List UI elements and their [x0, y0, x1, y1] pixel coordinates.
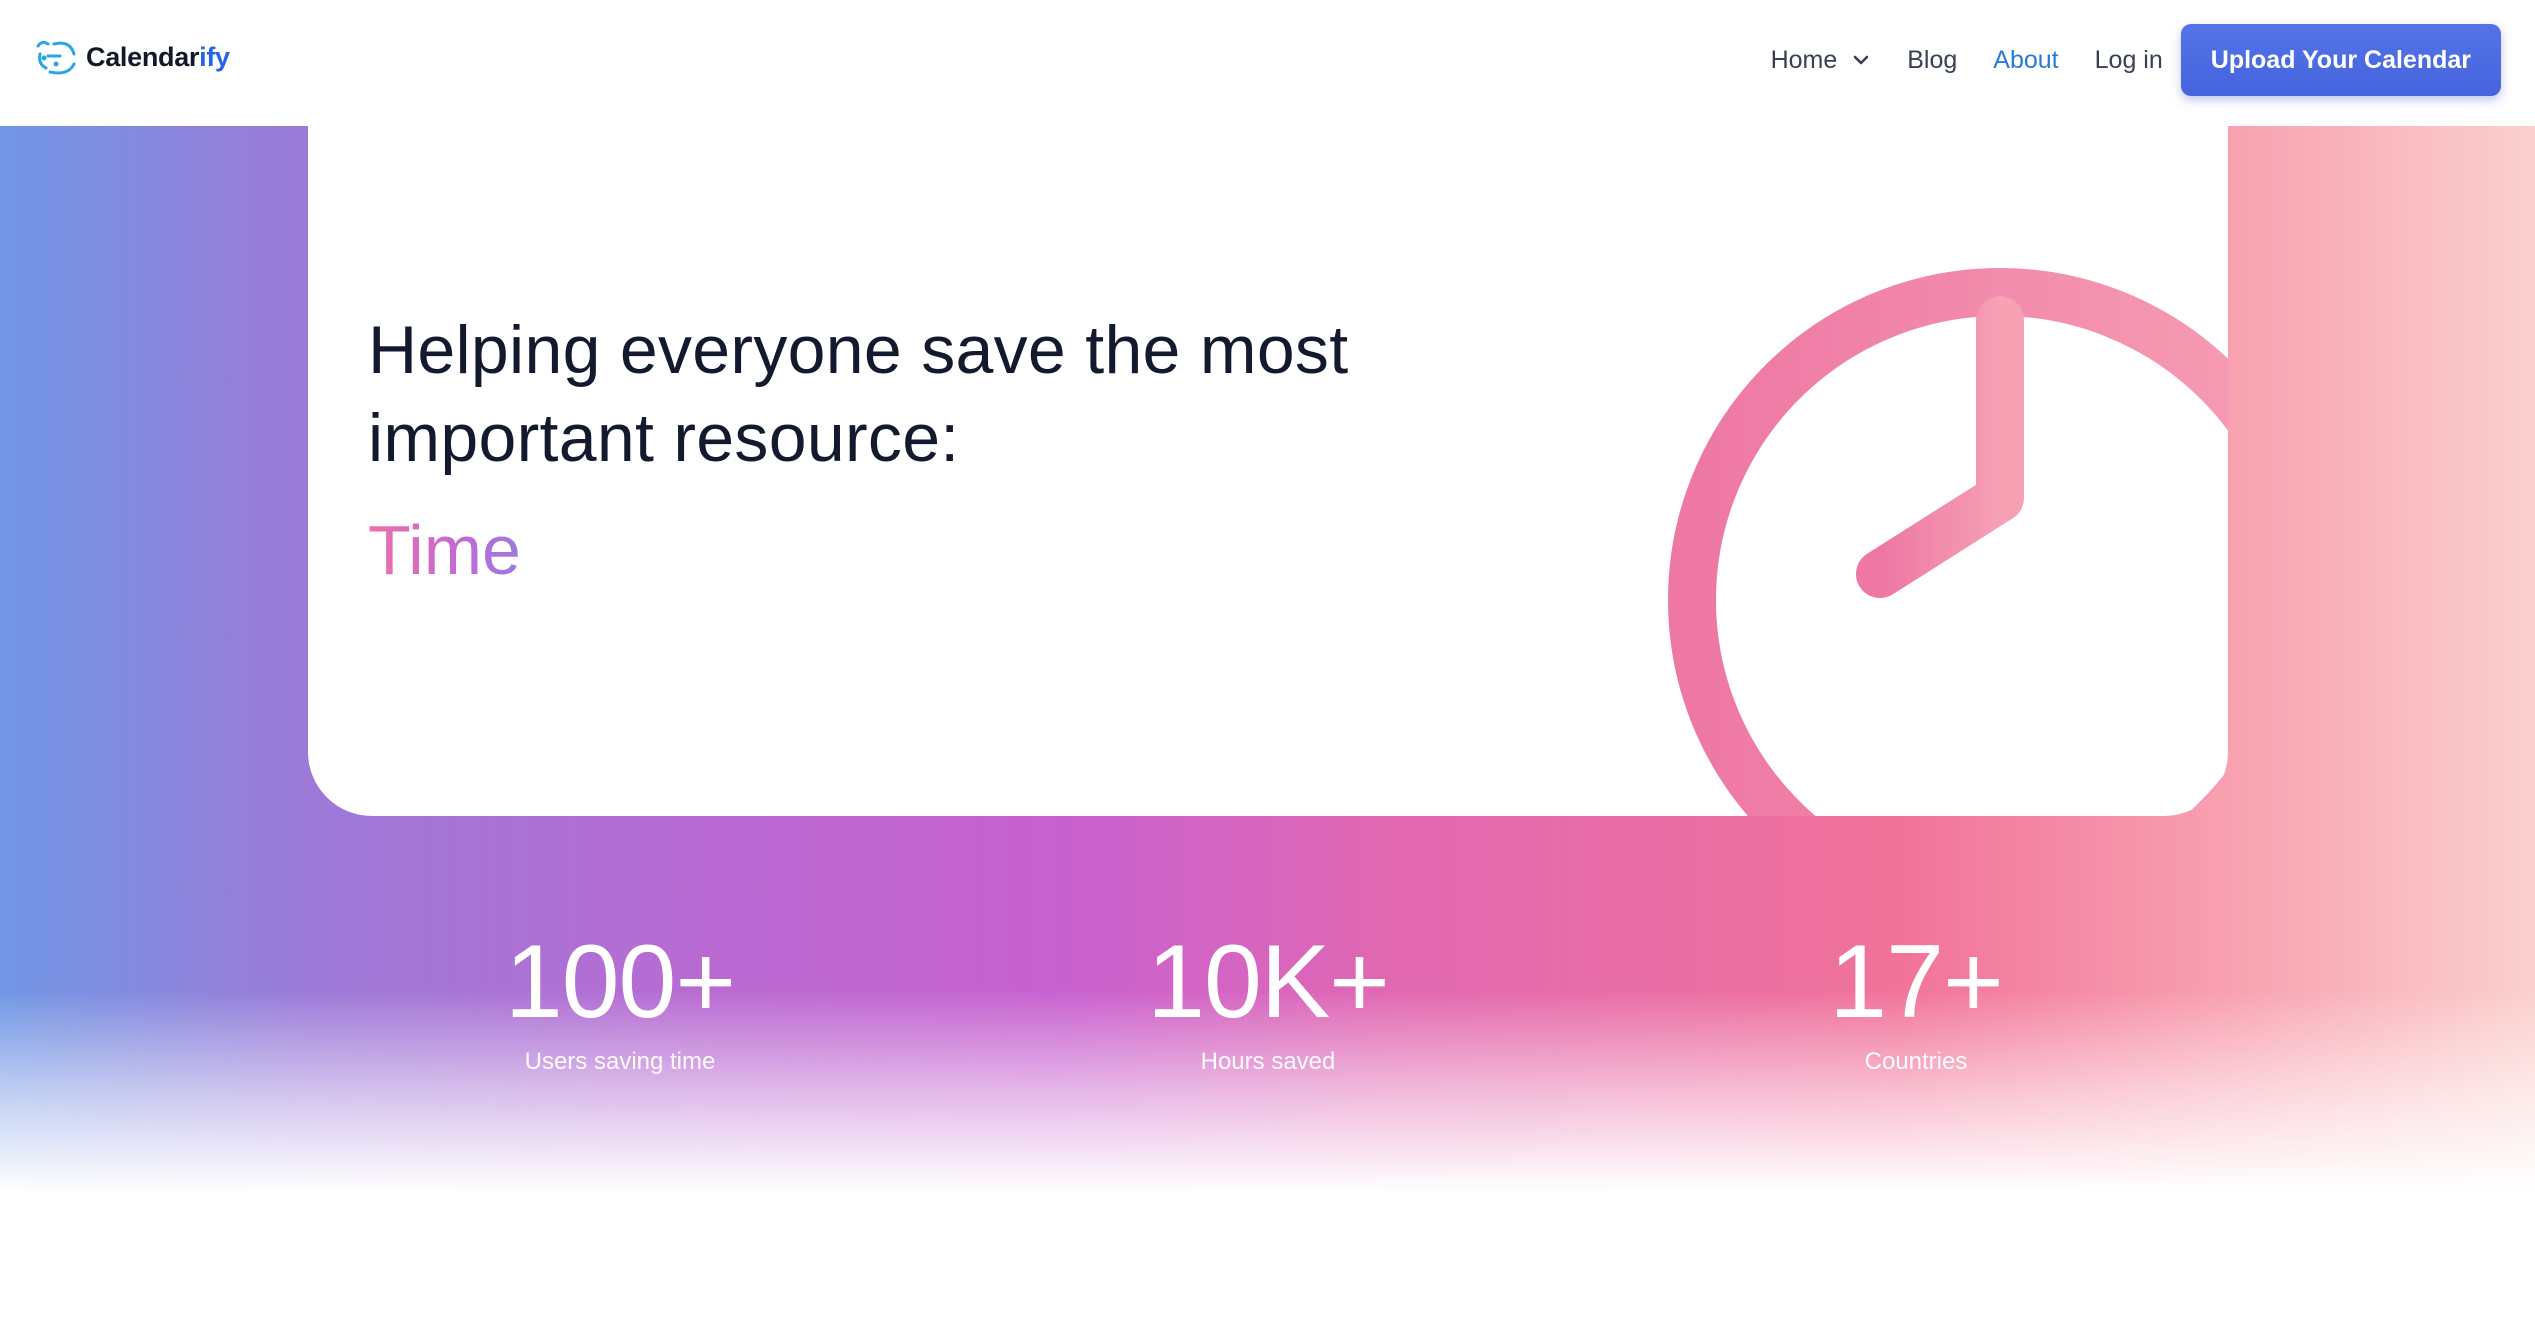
upload-calendar-button[interactable]: Upload Your Calendar: [2180, 24, 2501, 96]
stat-users-label: Users saving time: [524, 1048, 716, 1075]
stat-hours-label: Hours saved: [1200, 1048, 1336, 1075]
stat-countries-value: 17+: [1829, 924, 2003, 1040]
nav-about[interactable]: About: [1993, 46, 2058, 75]
nav-blog[interactable]: Blog: [1907, 46, 1957, 75]
clock-icon: [1668, 268, 2228, 816]
calendarify-logo-icon: [36, 40, 76, 75]
brand-logo[interactable]: Calendarify: [34, 34, 230, 80]
chevron-down-icon: [1853, 55, 1869, 65]
stat-countries: 17+ Countries: [1716, 920, 2116, 1076]
hero-highlight: Time: [368, 511, 521, 589]
stat-countries-label: Countries: [1864, 1048, 1968, 1075]
nav-home[interactable]: Home: [1771, 46, 1872, 75]
nav-login[interactable]: Log in: [2095, 46, 2163, 75]
hero-card: Helping everyone save the most important…: [308, 120, 2228, 816]
stat-users: 100+ Users saving time: [420, 920, 820, 1076]
main-nav: Home Blog About Log in Upload Your Calen…: [1771, 24, 2501, 96]
hero-title: Helping everyone save the most important…: [368, 312, 1349, 476]
brand-name: Calendarify: [86, 41, 230, 72]
stat-hours: 10K+ Hours saved: [1068, 920, 1468, 1076]
nav-home-label: Home: [1770, 45, 1838, 74]
stat-users-value: 100+: [504, 924, 736, 1040]
stat-hours-value: 10K+: [1147, 924, 1390, 1040]
stats-section: 100+ Users saving time 10K+ Hours saved …: [0, 920, 2535, 1100]
site-header: Calendarify Home Blog About Log in Uploa…: [0, 0, 2535, 126]
